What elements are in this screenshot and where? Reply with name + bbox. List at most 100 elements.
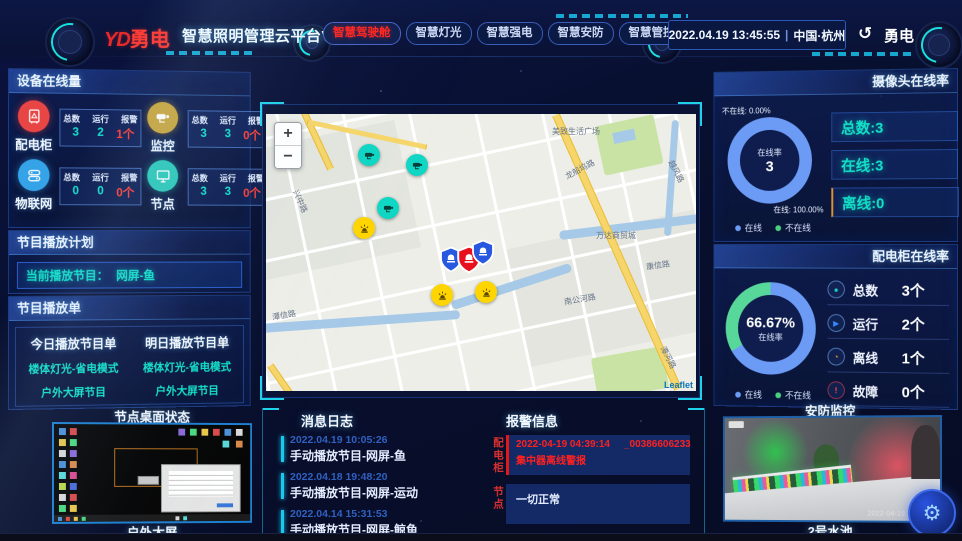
camera-stat-online: 在线:3 bbox=[831, 149, 958, 180]
row-label: 故障 bbox=[853, 381, 894, 400]
map-attribution[interactable]: Leaflet bbox=[664, 380, 693, 390]
log-date: 2022.04.18 19:48:20 bbox=[290, 471, 477, 483]
stat-header-total: 总数 bbox=[192, 114, 208, 126]
device-stats: 总数 运行 报警 3 3 0个 bbox=[188, 168, 268, 206]
cabinet-donut-center: 66.67% 在线率 bbox=[738, 295, 803, 362]
legend-offline: 不在线 bbox=[775, 388, 811, 401]
current-program-value: 网屏-鱼 bbox=[116, 267, 155, 284]
stat-run: 0 bbox=[88, 183, 112, 200]
datetime-separator: | bbox=[785, 28, 788, 42]
playlist-item: 楼体灯光-省电模式 bbox=[131, 358, 243, 375]
user-name[interactable]: 勇电 bbox=[884, 25, 914, 46]
cabinet-center-label: 在线率 bbox=[758, 331, 782, 343]
cabinet-online-title: 配电柜在线率 bbox=[714, 245, 957, 269]
zoom-out-button[interactable]: − bbox=[275, 145, 301, 168]
message-log-title: 消息日志 bbox=[263, 408, 477, 434]
device-stats: 总数 运行 报警 0 0 0个 bbox=[59, 167, 141, 205]
alarm-side-label: 节点 bbox=[491, 486, 506, 511]
map-marker-camera[interactable] bbox=[406, 154, 428, 176]
stat-header-run: 运行 bbox=[92, 113, 109, 125]
run-icon: ▶ bbox=[827, 314, 844, 332]
map-marker-camera[interactable] bbox=[377, 197, 399, 219]
row-value: 3个 bbox=[902, 279, 925, 300]
cabinet-row-running: ▶ 运行 2个 bbox=[827, 308, 949, 340]
cabinet-row-offline: ◔ 离线 1个 bbox=[827, 342, 949, 374]
row-value: 2个 bbox=[902, 313, 925, 334]
map-marker-camera[interactable] bbox=[358, 144, 380, 166]
right-column: 摄像头在线率 在线率 3 不在线: 0.00% 在线: 100.00% 在线 不… bbox=[713, 68, 956, 408]
current-program-bar: 当前播放节目： 网屏-鱼 bbox=[17, 261, 242, 288]
header-divider bbox=[20, 56, 942, 57]
alarm-info-panel: 报警信息 配电柜 2022-04-19 04:39:14 _0038660623… bbox=[482, 408, 705, 535]
map-marker-light[interactable] bbox=[431, 284, 453, 306]
stat-alarm: 0个 bbox=[113, 183, 137, 200]
device-card-iot: 物联网 总数 运行 报警 0 0 0个 bbox=[12, 159, 141, 212]
playlist-title: 节目播放单 bbox=[9, 296, 250, 321]
zoom-in-button[interactable]: + bbox=[275, 123, 301, 145]
dash-decoration bbox=[556, 14, 688, 18]
camera-donut-chart: 在线率 3 不在线: 0.00% 在线: 100.00% bbox=[728, 117, 812, 204]
tab-smart-lighting[interactable]: 智慧灯光 bbox=[406, 22, 472, 45]
playlist-today-column: 今日播放节目单 楼体灯光-省电模式 户外大屏节目 bbox=[16, 327, 131, 406]
map-marker-shield-blue[interactable] bbox=[471, 240, 495, 271]
settings-gear-button[interactable]: ⚙ bbox=[908, 489, 956, 537]
offline-clock-icon: ◔ bbox=[827, 348, 844, 366]
map-marker-light[interactable] bbox=[353, 217, 375, 239]
map-zoom-control: + − bbox=[274, 122, 302, 169]
header-bar: YD勇电 智慧照明管理云平台V5.0 智慧驾驶舱 智慧灯光 智慧强电 智慧安防 … bbox=[0, 0, 962, 64]
cabinet-donut-chart: 66.67% 在线率 bbox=[726, 282, 816, 375]
dash-decoration bbox=[166, 51, 254, 55]
desktop-screenshot[interactable] bbox=[52, 422, 252, 524]
alarm-time: 2022-04-19 04:39:14 bbox=[516, 439, 610, 450]
camera-stat-offline: 离线:0 bbox=[831, 187, 959, 217]
device-card-cabinet: 配电柜 总数 运行 报警 3 2 1个 bbox=[12, 100, 141, 154]
desktop-icons bbox=[236, 429, 243, 436]
camera-online-pct-label: 在线: 100.00% bbox=[773, 204, 823, 215]
map-street-label: 万达商贸城 bbox=[596, 230, 636, 241]
message-log-panel: 消息日志 2022.04.19 10:05:26 手动播放节目-网屏-鱼 202… bbox=[262, 408, 477, 535]
camera-vendor-logo bbox=[729, 421, 744, 428]
log-date: 2022.04.19 10:05:26 bbox=[290, 434, 477, 446]
camera-center-label: 在线率 bbox=[757, 146, 781, 158]
log-text: 手动播放节目-网屏-鱼 bbox=[290, 447, 477, 464]
device-online-panel: 设备在线量 配电柜 总数 运行 报警 bbox=[8, 68, 251, 228]
alarm-box-ok: 一切正常 bbox=[506, 484, 690, 524]
device-online-title: 设备在线量 bbox=[9, 69, 250, 96]
tab-smart-power[interactable]: 智慧强电 bbox=[477, 22, 543, 45]
datetime-text: 2022.04.19 13:45:55 bbox=[669, 28, 780, 42]
stat-header-total: 总数 bbox=[192, 172, 208, 184]
node-icon bbox=[147, 160, 178, 192]
leaflet-map[interactable]: 美致生活广场龙船坞路越风路万达商贸城康信路南公河路潭河路兴中路潭信路 + − L… bbox=[266, 114, 696, 391]
tab-smart-security[interactable]: 智慧安防 bbox=[548, 22, 614, 45]
legend-online: 在线 bbox=[735, 221, 762, 234]
stat-total: 3 bbox=[192, 125, 216, 142]
today-playlist-button[interactable]: 今日播放节目单 bbox=[16, 333, 131, 353]
stat-header-alarm: 报警 bbox=[121, 113, 138, 125]
tomorrow-playlist-button[interactable]: 明日播放节目单 bbox=[131, 332, 243, 352]
stat-header-alarm: 报警 bbox=[121, 171, 138, 183]
camera-donut-center: 在线率 3 bbox=[740, 130, 799, 191]
camera-icon bbox=[147, 102, 178, 134]
playlist-item: 户外大屏节目 bbox=[16, 383, 131, 401]
device-name: 监控 bbox=[141, 135, 183, 154]
playlist-panel: 节目播放单 今日播放节目单 楼体灯光-省电模式 户外大屏节目 明日播放节目单 楼… bbox=[8, 295, 251, 410]
stat-header-run: 运行 bbox=[92, 171, 109, 183]
log-entry: 2022.04.19 10:05:26 手动播放节目-网屏-鱼 bbox=[281, 434, 477, 464]
device-stats: 总数 运行 报警 3 2 1个 bbox=[59, 108, 141, 147]
back-icon[interactable]: ↺ bbox=[858, 24, 872, 44]
tab-smart-cockpit[interactable]: 智慧驾驶舱 bbox=[323, 22, 401, 45]
stat-run: 3 bbox=[216, 126, 240, 143]
device-name: 物联网 bbox=[12, 193, 56, 212]
row-value: 1个 bbox=[902, 347, 925, 368]
camera-online-title: 摄像头在线率 bbox=[714, 69, 957, 96]
cabinet-legend: 在线 不在线 bbox=[735, 388, 811, 402]
log-entry: 2022.04.18 19:48:20 手动播放节目-网屏-运动 bbox=[281, 471, 477, 501]
header-knob-decoration bbox=[45, 17, 95, 67]
row-value: 0个 bbox=[902, 381, 925, 402]
fault-icon: ! bbox=[827, 381, 844, 399]
datetime-location: 2022.04.19 13:45:55 | 中国·杭州 bbox=[668, 20, 846, 50]
alarm-device-id: _00386606233 bbox=[624, 439, 691, 450]
device-card-monitor: 监控 总数 运行 报警 3 3 0个 bbox=[141, 102, 267, 155]
map-marker-light[interactable] bbox=[475, 281, 497, 303]
desktop-dialog bbox=[161, 464, 241, 512]
